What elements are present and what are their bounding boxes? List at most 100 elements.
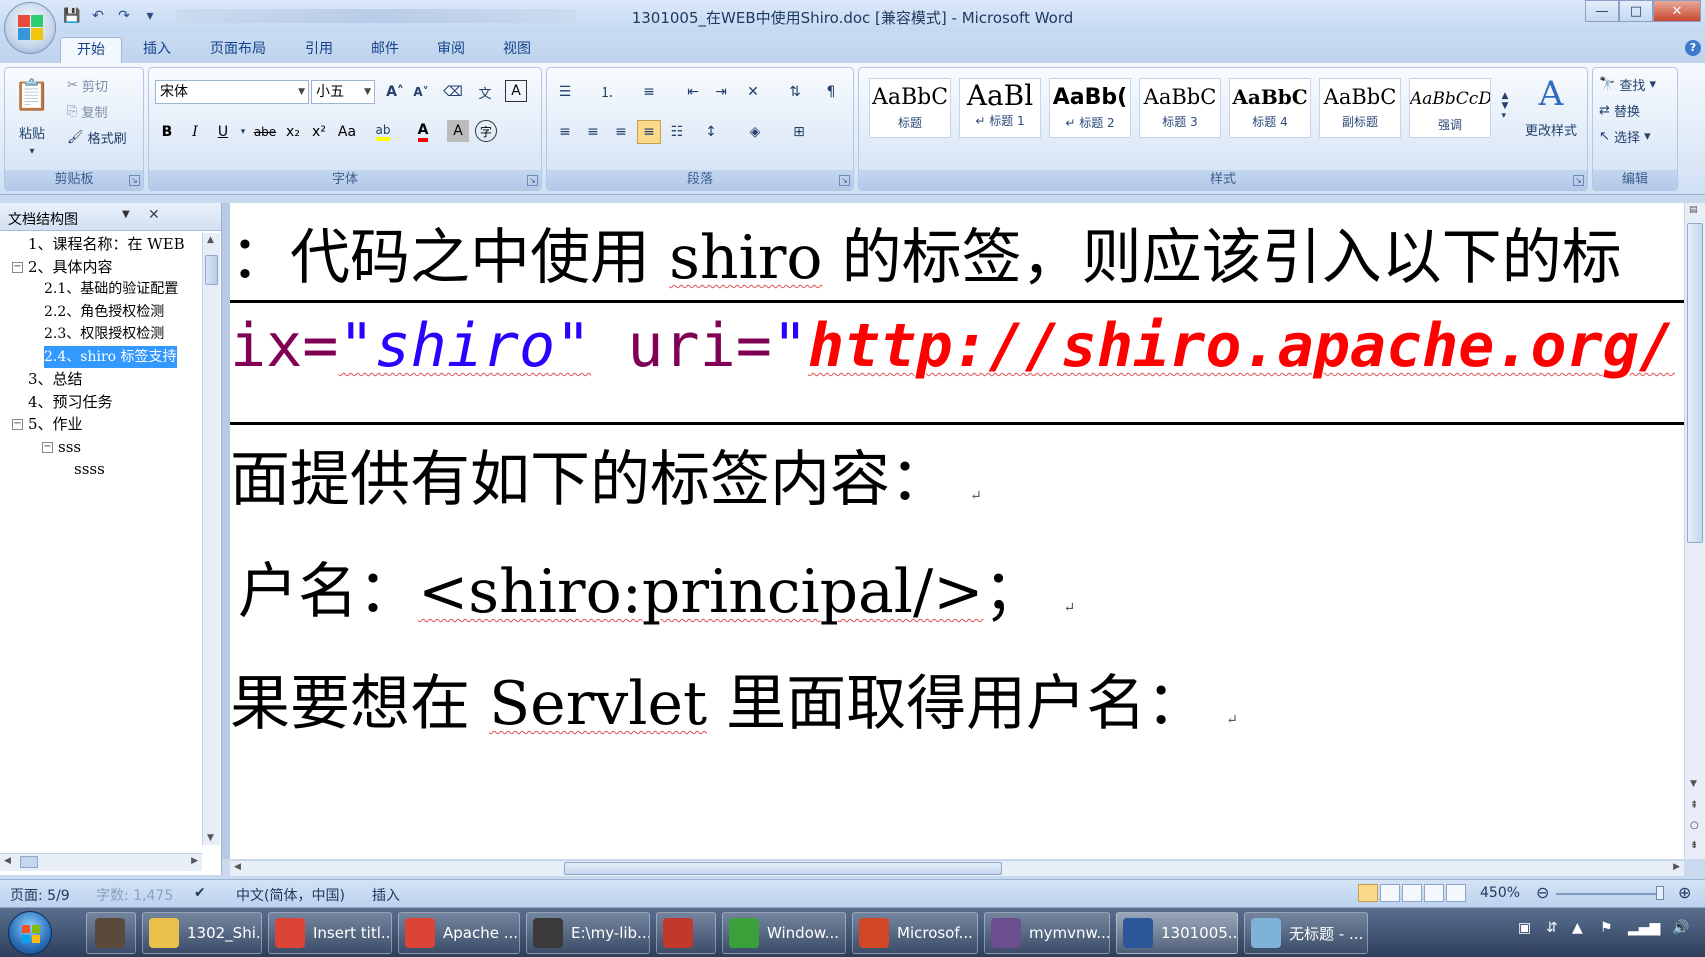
zoom-in-icon[interactable]: ⊕ (1678, 883, 1691, 902)
taskbar-item[interactable]: Apache ... (398, 912, 520, 954)
show-hidden-icons[interactable]: ▲ (1572, 920, 1583, 936)
document-map-item[interactable]: 2.1、基础的验证配置 (0, 278, 202, 301)
highlight-icon[interactable]: ab (371, 120, 395, 144)
document-vscrollbar[interactable]: ▤ ▼ ⇞ ○ ⇟ (1684, 203, 1705, 859)
replace-button[interactable]: ⇄ 替换 (1599, 100, 1673, 120)
previous-page-icon[interactable]: ⇞ (1690, 800, 1698, 811)
taskbar-item[interactable]: mymvnw... (984, 912, 1110, 954)
taskbar-pinned-app[interactable] (86, 912, 136, 954)
zoom-slider[interactable] (1556, 893, 1656, 895)
style-heading-3[interactable]: AaBbC 标题 3 (1139, 78, 1221, 138)
tray-icon-1[interactable]: ▣ (1518, 920, 1531, 936)
font-name-combo[interactable]: 宋体 ▼ (155, 80, 309, 104)
subscript-button[interactable]: x₂ (281, 120, 305, 144)
network-icon[interactable]: ⚑ (1600, 920, 1613, 936)
tab-page-layout[interactable]: 页面布局 (200, 37, 276, 63)
scroll-right-icon[interactable]: ▶ (1673, 862, 1680, 872)
signal-icon[interactable]: ▂▄▆ (1628, 920, 1660, 936)
styles-launcher-icon[interactable]: ↘ (1573, 175, 1584, 186)
taskbar-item[interactable]: 无标题 - ... (1244, 912, 1368, 954)
spell-check-icon[interactable]: ✔ (194, 885, 206, 901)
zoom-slider-knob[interactable] (1656, 886, 1664, 900)
scroll-down-icon[interactable]: ▼ (207, 833, 214, 843)
document-hscroll-thumb[interactable] (564, 862, 1002, 875)
change-styles-button[interactable]: 更改样式 (1515, 120, 1587, 139)
taskbar-item[interactable] (656, 912, 716, 954)
maximize-button[interactable]: □ (1619, 0, 1653, 22)
align-right-icon[interactable]: ≡ (609, 120, 633, 144)
minimize-button[interactable]: — (1585, 0, 1619, 22)
document-map-item[interactable]: ssss (0, 458, 202, 481)
tray-icon-2[interactable]: ⇵ (1546, 920, 1558, 936)
clipboard-launcher-icon[interactable]: ↘ (129, 175, 140, 186)
print-layout-view-icon[interactable] (1358, 884, 1378, 902)
taskbar-item[interactable]: 1301005... (1116, 912, 1238, 954)
multilevel-list-icon[interactable]: ≡ (637, 80, 661, 104)
tab-home[interactable]: 开始 (60, 37, 122, 63)
draft-view-icon[interactable] (1446, 884, 1466, 902)
taskbar-item[interactable]: Microsof... (852, 912, 978, 954)
document-map-hscrollbar[interactable]: ◀ ▶ (0, 853, 202, 871)
grow-font-button[interactable]: A˄ (383, 80, 407, 104)
format-painter-button[interactable]: 🖌 格式刷 (67, 126, 143, 148)
taskbar-item[interactable]: Insert titl... (268, 912, 392, 954)
cut-button[interactable]: ✂ 剪切 (67, 74, 137, 96)
help-icon[interactable]: ? (1685, 40, 1701, 56)
char-shading-button[interactable]: A (447, 120, 469, 142)
tab-review[interactable]: 审阅 (422, 37, 480, 63)
document-map-scrollbar[interactable]: ▲ ▼ (202, 233, 220, 845)
zoom-level[interactable]: 450% (1480, 885, 1520, 901)
tab-view[interactable]: 视图 (488, 37, 546, 63)
document-map-close-icon[interactable]: ✕ (148, 207, 160, 223)
document-area[interactable]: ：代码之中使用 shiro 的标签，则应该引入以下的标 ix="shiro" u… (222, 203, 1684, 859)
word-count[interactable]: 字数: 1,475 (96, 885, 173, 905)
font-size-combo[interactable]: 小五 ▼ (311, 80, 375, 104)
style-heading-1[interactable]: AaBl ↵ 标题 1 (959, 78, 1041, 138)
document-map-hscroll-thumb[interactable] (20, 856, 38, 868)
superscript-button[interactable]: x² (307, 120, 331, 144)
insert-mode-indicator[interactable]: 插入 (372, 885, 400, 905)
line-spacing-icon[interactable]: ↕ (699, 120, 723, 144)
web-layout-icon[interactable] (1402, 884, 1422, 902)
find-button[interactable]: 🔭 查找 ▾ (1599, 74, 1673, 94)
document-map-item[interactable]: 2.2、角色授权检测 (0, 301, 202, 324)
tab-mailings[interactable]: 邮件 (356, 37, 414, 63)
volume-icon[interactable]: 🔊 (1672, 920, 1689, 936)
full-screen-reading-icon[interactable] (1380, 884, 1400, 902)
char-border-icon[interactable]: A (505, 80, 527, 102)
scroll-left-icon[interactable]: ◀ (234, 862, 241, 872)
style-heading-2[interactable]: AaBb(↵ 标题 2 (1049, 78, 1131, 138)
collapse-toggle-icon[interactable]: − (12, 419, 23, 430)
shading-icon[interactable]: ◈ (743, 120, 767, 144)
scroll-right-icon[interactable]: ▶ (191, 856, 198, 866)
document-map-item[interactable]: −2、具体内容 (0, 256, 202, 279)
start-button[interactable] (8, 911, 52, 955)
collapse-toggle-icon[interactable]: − (12, 261, 23, 273)
numbering-icon[interactable]: ⒈ (595, 80, 619, 104)
style-emphasis[interactable]: AaBbCcD 强调 (1409, 78, 1491, 138)
document-vscroll-thumb[interactable] (1687, 223, 1703, 543)
distributed-icon[interactable]: ☷ (665, 120, 689, 144)
document-map-dropdown-icon[interactable]: ▼ (122, 209, 130, 220)
align-left-icon[interactable]: ≡ (553, 120, 577, 144)
taskbar-item[interactable]: 1302_Shi... (142, 912, 262, 954)
document-page[interactable]: ：代码之中使用 shiro 的标签，则应该引入以下的标 ix="shiro" u… (230, 203, 1684, 859)
tab-references[interactable]: 引用 (290, 37, 348, 63)
tab-insert[interactable]: 插入 (128, 37, 186, 63)
font-launcher-icon[interactable]: ↘ (527, 175, 538, 186)
styles-scroll[interactable]: ▲ ▼ ▾ (1499, 76, 1511, 136)
paste-icon[interactable]: 📋 (11, 74, 53, 116)
decrease-indent-icon[interactable]: ⇤ (681, 80, 705, 104)
change-case-button[interactable]: Aa (335, 120, 359, 144)
close-button[interactable]: ✕ (1653, 0, 1701, 22)
strikethrough-button[interactable]: abe (253, 120, 277, 144)
justify-icon[interactable]: ≡ (637, 120, 661, 144)
font-color-button[interactable]: A (411, 120, 435, 144)
document-map-item[interactable]: 1、课程名称：在 WEB (0, 233, 202, 256)
underline-dropdown-icon[interactable]: ▾ (231, 120, 255, 144)
paste-dropdown-icon[interactable]: ▾ (9, 144, 55, 158)
office-button[interactable] (4, 2, 56, 54)
style-title[interactable]: AaBbC 标题 (869, 78, 951, 138)
document-map-item[interactable]: 2.4、shiro 标签支持 (0, 345, 202, 369)
scroll-down-icon[interactable]: ▼ (1690, 779, 1697, 789)
